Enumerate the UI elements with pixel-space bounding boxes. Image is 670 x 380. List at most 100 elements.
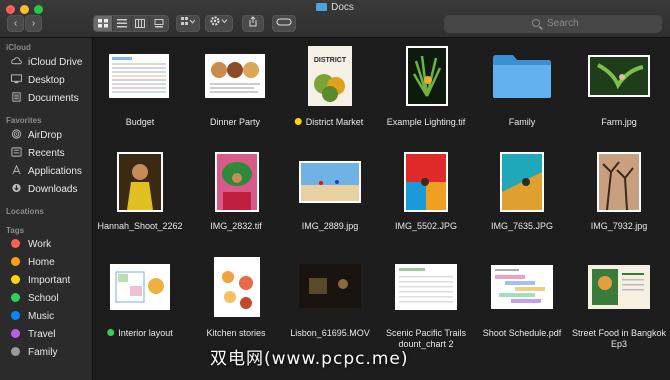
file-grid: Budget Dinner Party DISTRICT District Ma… — [93, 38, 670, 380]
sidebar-item-applications[interactable]: Applications — [11, 165, 82, 179]
image-thumbnail — [500, 152, 544, 212]
cloud-icon — [11, 57, 22, 65]
tag-color-dot — [11, 275, 20, 284]
group-icon — [181, 17, 196, 25]
watermark-text: 双电网(www.pcpc.me) — [210, 349, 409, 369]
file-name: IMG_2832.tif — [210, 221, 262, 231]
file-name: Lisbon_61695.MOV — [290, 328, 370, 338]
tag-color-dot — [11, 329, 20, 338]
file-name: Shoot Schedule.pdf — [482, 328, 562, 338]
sidebar-tag-school[interactable]: School — [11, 292, 59, 306]
share-button[interactable] — [242, 15, 264, 32]
forward-button[interactable]: › — [25, 15, 42, 32]
desktop-icon — [11, 74, 22, 84]
applications-icon — [12, 165, 21, 175]
document-thumbnail — [588, 265, 650, 309]
document-icon — [12, 92, 21, 102]
sidebar-tag-important[interactable]: Important — [11, 274, 70, 288]
image-thumbnail — [588, 55, 650, 97]
tag-color-dot — [11, 311, 20, 320]
sidebar-item-documents[interactable]: Documents — [11, 92, 79, 106]
icon-view-button[interactable] — [94, 16, 113, 31]
titlebar: Docs ‹ › Search — [0, 0, 670, 38]
file-name: Family — [508, 117, 536, 127]
image-thumbnail — [597, 152, 641, 212]
sidebar-tag-work[interactable]: Work — [11, 238, 51, 252]
action-menu-button[interactable] — [205, 15, 233, 32]
file-name: Farm.jpg — [601, 117, 637, 127]
tag-color-dot — [11, 257, 20, 266]
file-name: Example Lighting.tif — [386, 117, 466, 127]
image-thumbnail — [215, 152, 259, 212]
sidebar-tag-home[interactable]: Home — [11, 256, 55, 270]
pdf-thumbnail — [491, 265, 553, 309]
finder-window: Docs ‹ › Search iCloud iCloud Drive Desk… — [0, 0, 670, 380]
image-thumbnail — [404, 152, 448, 212]
grid-icon — [97, 19, 108, 28]
search-placeholder: Search — [547, 18, 579, 29]
list-view-button[interactable] — [113, 16, 132, 31]
window-title: Docs — [0, 2, 670, 13]
file-name: Dinner Party — [209, 117, 261, 127]
document-thumbnail — [214, 257, 260, 317]
sidebar-item-airdrop[interactable]: AirDrop — [11, 129, 62, 143]
sidebar-section-icloud: iCloud — [6, 43, 31, 52]
sidebar-tag-travel[interactable]: Travel — [11, 328, 55, 342]
search-field[interactable]: Search — [444, 15, 662, 33]
file-name: District Market — [294, 117, 363, 128]
gear-icon — [210, 16, 228, 26]
gallery-icon — [154, 19, 164, 28]
tag-color-dot — [11, 347, 20, 356]
sidebar-section-locations: Locations — [6, 207, 44, 216]
folder-icon — [493, 55, 551, 98]
search-icon — [532, 19, 540, 27]
image-thumbnail — [406, 46, 448, 106]
file-name: Hannah_Shoot_2262 — [97, 221, 183, 231]
sidebar-item-icloud-drive[interactable]: iCloud Drive — [11, 56, 82, 70]
sidebar-item-recents[interactable]: Recents — [11, 147, 65, 161]
tag-button[interactable] — [272, 15, 296, 32]
file-name: Interior layout — [107, 328, 173, 339]
sidebar-item-desktop[interactable]: Desktop — [11, 74, 65, 88]
tag-color-dot — [11, 293, 20, 302]
clock-icon — [11, 147, 22, 157]
image-thumbnail — [299, 161, 361, 203]
file-name: IMG_2889.jpg — [301, 221, 359, 231]
video-thumbnail — [299, 264, 361, 308]
group-by-button[interactable] — [176, 15, 200, 32]
document-thumbnail: DISTRICT — [308, 46, 352, 106]
chevron-right-icon: › — [31, 18, 36, 29]
tag-color-dot — [11, 239, 20, 248]
folder-icon — [316, 3, 328, 11]
spreadsheet-thumbnail — [109, 54, 169, 98]
share-icon — [249, 16, 257, 27]
columns-icon — [135, 19, 146, 28]
back-button[interactable]: ‹ — [7, 15, 24, 32]
gallery-view-button[interactable] — [150, 16, 168, 31]
download-icon — [12, 183, 21, 193]
file-name: Budget — [125, 117, 155, 127]
sidebar-section-favorites: Favorites — [6, 116, 42, 125]
list-icon — [116, 19, 127, 28]
svg-text:DISTRICT: DISTRICT — [314, 57, 347, 64]
sidebar-tag-music[interactable]: Music — [11, 310, 54, 324]
sidebar-item-downloads[interactable]: Downloads — [11, 183, 77, 197]
tag-icon — [276, 18, 292, 26]
file-name: Street Food in Bangkok Ep3 — [571, 328, 667, 349]
view-switcher — [93, 15, 169, 32]
spreadsheet-thumbnail — [395, 264, 457, 310]
file-name: IMG_5502.JPG — [394, 221, 458, 231]
chevron-left-icon: ‹ — [13, 18, 18, 29]
document-thumbnail — [110, 264, 170, 310]
airdrop-icon — [11, 129, 22, 139]
sidebar: iCloud iCloud Drive Desktop Documents Fa… — [0, 38, 93, 380]
file-name: IMG_7635.JPG — [490, 221, 554, 231]
column-view-button[interactable] — [132, 16, 151, 31]
image-thumbnail — [117, 152, 163, 212]
sidebar-section-tags: Tags — [6, 226, 25, 235]
sidebar-tag-family[interactable]: Family — [11, 346, 57, 360]
document-thumbnail — [205, 54, 265, 98]
tag-color-dot — [107, 329, 115, 336]
tag-color-dot — [294, 118, 302, 125]
file-name: Kitchen stories — [206, 328, 266, 338]
